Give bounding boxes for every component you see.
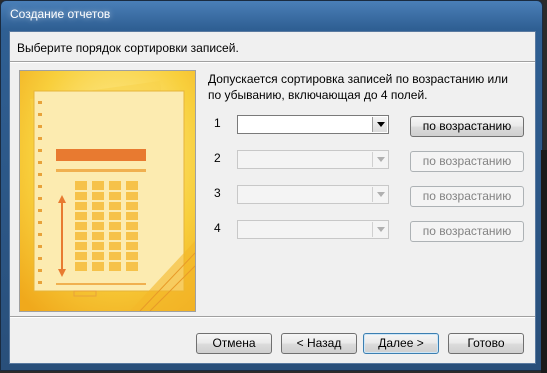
sort-order-2-button[interactable]: по возрастанию xyxy=(410,151,524,172)
sort-field-3-combo[interactable] xyxy=(237,185,389,204)
sort-field-2-combo[interactable] xyxy=(237,150,389,169)
header-separator xyxy=(10,61,535,63)
dropdown-arrow-icon[interactable] xyxy=(372,187,387,202)
report-illustration-graphic xyxy=(20,71,195,311)
window-title: Создание отчетов xyxy=(10,7,111,21)
cancel-button[interactable]: Отмена xyxy=(196,333,272,354)
dialog-client-area: Выберите порядок сортировки записей. Доп… xyxy=(9,31,536,364)
sort-order-3-button[interactable]: по возрастанию xyxy=(410,186,524,207)
dropdown-arrow-icon[interactable] xyxy=(372,152,387,167)
dropdown-arrow-icon[interactable] xyxy=(372,117,387,132)
dialog-window: Создание отчетов Выберите порядок сортир… xyxy=(0,0,543,371)
sort-row-2-number: 2 xyxy=(214,151,221,165)
finish-button[interactable]: Готово xyxy=(448,333,524,354)
back-button[interactable]: < Назад xyxy=(281,333,357,354)
sort-order-4-button[interactable]: по возрастанию xyxy=(410,221,524,242)
report-illustration xyxy=(19,70,196,312)
background-window-edge xyxy=(541,150,547,373)
sort-row-3-number: 3 xyxy=(214,186,221,200)
sort-order-1-button[interactable]: по возрастанию xyxy=(410,116,524,137)
dropdown-arrow-icon[interactable] xyxy=(372,222,387,237)
sort-field-4-combo[interactable] xyxy=(237,220,389,239)
sort-row-1-number: 1 xyxy=(214,116,221,130)
footer-separator xyxy=(10,316,535,318)
instruction-text: Выберите порядок сортировки записей. xyxy=(17,41,239,55)
sort-description: Допускается сортировка записей по возрас… xyxy=(208,72,508,102)
next-button[interactable]: Далее > xyxy=(363,333,439,354)
sort-row-4-number: 4 xyxy=(214,221,221,235)
sort-field-1-combo[interactable] xyxy=(237,115,389,134)
